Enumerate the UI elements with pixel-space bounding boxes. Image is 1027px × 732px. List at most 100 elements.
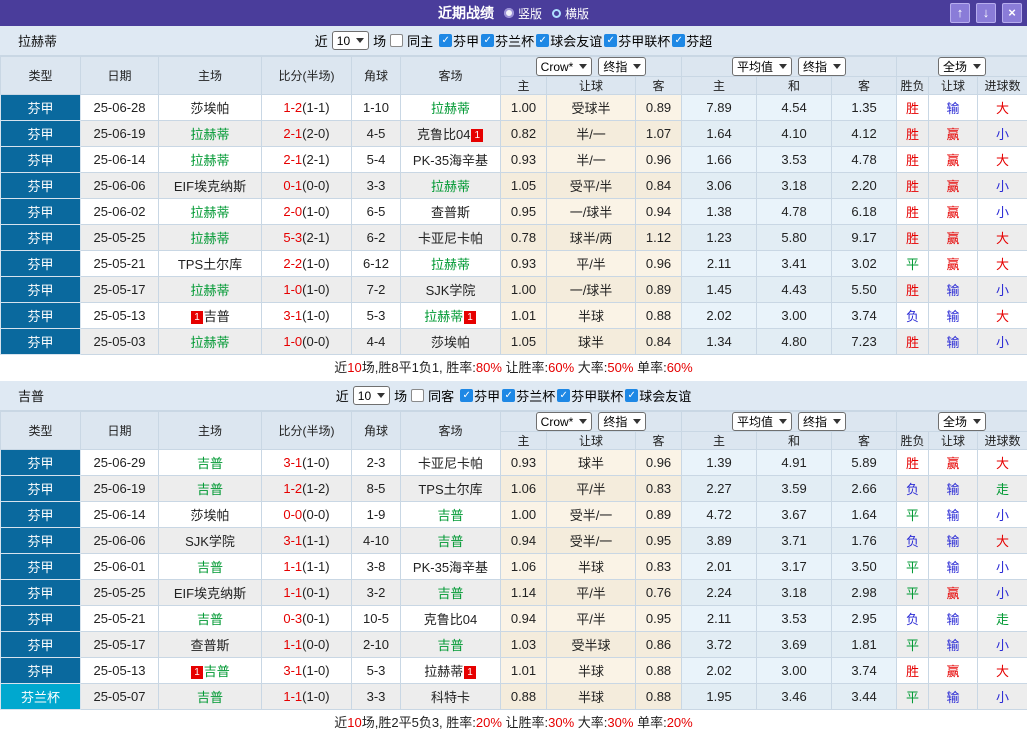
league-checkbox[interactable]: ✓ — [604, 34, 618, 47]
league-filter[interactable]: ✓ 芬兰杯 — [502, 386, 555, 405]
corners-cell: 5-4 — [351, 146, 401, 173]
handicap-result-cell: 赢 — [928, 172, 979, 199]
score-cell: 1-2(1-1) — [261, 94, 352, 121]
avg-odds-away-cell: 2.98 — [831, 579, 898, 606]
handicap-result-cell: 赢 — [928, 250, 979, 277]
corners-cell: 6-2 — [351, 224, 401, 251]
layout-radio[interactable]: 竖版 — [503, 5, 542, 22]
crow-odds-away-cell: 0.89 — [634, 94, 683, 121]
col-header-score: 比分(半场) — [261, 56, 352, 95]
same-venue-checkbox[interactable] — [390, 34, 404, 47]
scope-group-header: 全场 — [896, 56, 1027, 77]
radio-icon[interactable] — [503, 8, 514, 18]
chevron-down-icon — [833, 419, 842, 424]
matches-label: 场 — [394, 389, 408, 404]
handicap-result-cell: 赢 — [928, 224, 979, 251]
home-team-cell: 拉赫蒂 — [158, 198, 262, 225]
match-row: 芬甲 25-05-13 1 吉普 3-1(1-0) 5-3 拉赫蒂 1 1.01 半球 0.88 2.… — [0, 302, 1027, 329]
avg-odds-draw-cell: 3.41 — [756, 250, 833, 277]
league-filter[interactable]: ✓ 芬甲联杯 — [604, 31, 670, 50]
same-venue-checkbox[interactable] — [411, 389, 425, 402]
goals-result-cell: 小 — [977, 631, 1027, 658]
avg-stage-select[interactable]: 终指 — [798, 57, 847, 76]
league-filter[interactable]: ✓ 芬甲 — [439, 31, 479, 50]
odds-company-select[interactable]: Crow* — [535, 57, 593, 76]
team-name: 吉普 — [196, 612, 223, 627]
handicap-result-cell: 输 — [928, 302, 979, 329]
league-checkbox[interactable]: ✓ — [502, 389, 516, 402]
league-checkbox[interactable]: ✓ — [536, 34, 550, 47]
team-name: 拉赫蒂 — [190, 335, 230, 350]
league-filter[interactable]: ✓ 芬甲联杯 — [557, 386, 623, 405]
subheader-crow-handicap: 让球 — [546, 76, 636, 95]
league-filter[interactable]: ✓ 芬兰杯 — [481, 31, 534, 50]
corners-cell: 8-5 — [351, 475, 401, 502]
league-filter[interactable]: ✓ 芬超 — [672, 31, 712, 50]
league-checkbox[interactable]: ✓ — [460, 389, 474, 402]
league-checkbox[interactable]: ✓ — [439, 34, 453, 47]
result-cell: 胜 — [896, 146, 930, 173]
odds-company-select[interactable]: Crow* — [535, 412, 593, 431]
subheader-avg-away: 客 — [831, 431, 898, 450]
subheader-handicap-result: 让球 — [928, 76, 979, 95]
crow-odds-handicap-cell: 受平/半 — [546, 172, 636, 199]
crow-odds-home-cell: 0.88 — [500, 683, 547, 710]
move-down-button[interactable]: ↓ — [976, 3, 996, 23]
league-checkbox[interactable]: ✓ — [625, 389, 639, 402]
full-time-score: 0-1 — [283, 178, 303, 193]
avg-select[interactable]: 平均值 — [732, 57, 793, 76]
scope-select[interactable]: 全场 — [938, 57, 987, 76]
handicap-result-cell: 赢 — [928, 198, 979, 225]
league-checkbox[interactable]: ✓ — [557, 389, 571, 402]
avg-select[interactable]: 平均值 — [732, 412, 793, 431]
odds-stage-select[interactable]: 终指 — [598, 412, 647, 431]
match-row: 芬甲 25-05-21 吉普 0-3(0-1) 10-5 克鲁比04 0.94 平/半 0.95… — [0, 605, 1027, 632]
odds-stage-select[interactable]: 终指 — [598, 57, 647, 76]
league-label: 球会友谊 — [639, 389, 692, 404]
crow-odds-handicap-cell: 一/球半 — [546, 198, 636, 225]
avg-odds-home-cell: 1.34 — [681, 328, 758, 355]
summary-segment: 10 — [347, 715, 362, 730]
league-filter[interactable]: ✓ 球会友谊 — [625, 386, 691, 405]
corners-cell: 10-5 — [351, 605, 401, 632]
match-row: 芬甲 25-06-29 吉普 3-1(1-0) 2-3 卡亚尼卡帕 0.93 球半 0.96 1.… — [0, 449, 1027, 476]
close-button[interactable]: × — [1002, 3, 1022, 23]
league-checkbox[interactable]: ✓ — [672, 34, 686, 47]
league-type-cell: 芬甲 — [0, 475, 81, 502]
match-count-select[interactable]: 10 — [331, 31, 370, 50]
league-type-cell: 芬甲 — [0, 224, 81, 251]
half-time-score: (1-0) — [302, 663, 330, 678]
avg-odds-away-cell: 3.44 — [831, 683, 898, 710]
avg-odds-away-cell: 1.64 — [831, 501, 898, 528]
odds-group-header: Crow* 终指 — [499, 56, 683, 77]
handicap-result-cell: 输 — [928, 328, 979, 355]
goals-result-cell: 小 — [977, 683, 1027, 710]
half-time-score: (1-0) — [302, 689, 330, 704]
team-name: 莎埃帕 — [190, 508, 230, 523]
handicap-result-cell: 赢 — [928, 579, 979, 606]
home-team-cell: 莎埃帕 — [158, 501, 262, 528]
scope-select[interactable]: 全场 — [938, 412, 987, 431]
league-checkbox[interactable]: ✓ — [481, 34, 495, 47]
corners-cell: 6-12 — [351, 250, 401, 277]
layout-radio[interactable]: 横版 — [552, 5, 589, 22]
subheader-handicap-result: 让球 — [928, 431, 979, 450]
crow-odds-handicap-cell: 平/半 — [546, 605, 636, 632]
subheader-crow-home: 主 — [500, 431, 547, 450]
full-time-score: 1-0 — [283, 282, 303, 297]
col-header-score: 比分(半场) — [261, 411, 352, 450]
avg-stage-select[interactable]: 终指 — [798, 412, 847, 431]
crow-odds-away-cell: 0.88 — [634, 683, 683, 710]
crow-odds-home-cell: 0.95 — [500, 198, 547, 225]
league-label: 芬甲联杯 — [618, 34, 671, 49]
move-up-button[interactable]: ↑ — [950, 3, 970, 23]
half-time-score: (1-0) — [302, 204, 330, 219]
crow-odds-away-cell: 0.84 — [634, 172, 683, 199]
league-filter[interactable]: ✓ 球会友谊 — [536, 31, 602, 50]
league-filter[interactable]: ✓ 芬甲 — [460, 386, 500, 405]
date-cell: 25-06-06 — [80, 527, 159, 554]
match-count-select[interactable]: 10 — [352, 386, 391, 405]
handicap-result-cell: 输 — [928, 683, 979, 710]
avg-odds-home-cell: 3.72 — [681, 631, 758, 658]
radio-icon[interactable] — [552, 8, 561, 18]
